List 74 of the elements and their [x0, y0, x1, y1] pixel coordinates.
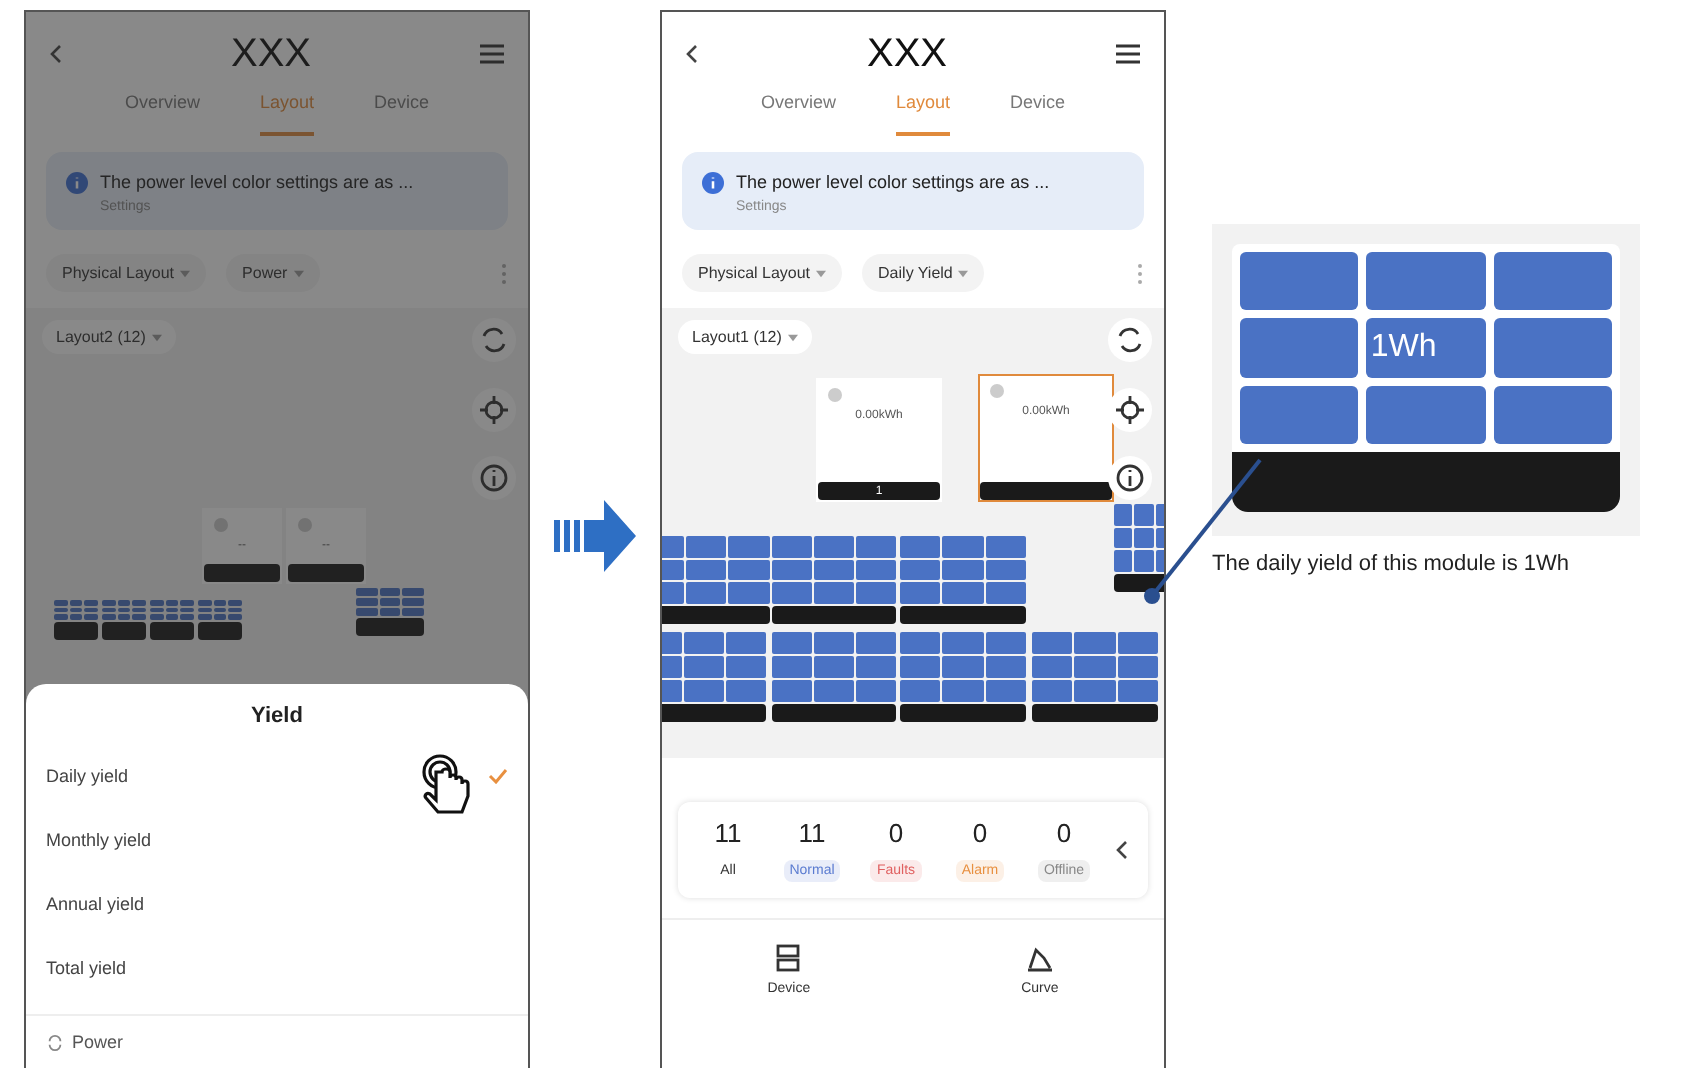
caret-icon: [816, 269, 827, 277]
filter-dropdown[interactable]: Power: [226, 254, 320, 292]
panel-cell: [1493, 318, 1612, 378]
banner-text: The power level color settings are as ...: [100, 172, 414, 192]
panel-cell: [1493, 385, 1612, 444]
tab[interactable]: Overview: [124, 84, 200, 136]
module-label-bar: [204, 564, 280, 582]
status-count: 0: [888, 818, 904, 848]
arrow-icon: [554, 500, 636, 572]
collapse-icon[interactable]: [1116, 840, 1128, 860]
caret-icon: [293, 269, 304, 277]
filter-dropdown[interactable]: Physical Layout: [682, 254, 843, 292]
solar-panel[interactable]: [1032, 632, 1158, 722]
caret-icon: [958, 269, 969, 277]
yield-option[interactable]: Total yield: [26, 936, 528, 1000]
solar-panel[interactable]: [1114, 504, 1164, 592]
status-count: 11: [714, 818, 742, 848]
caret-icon: [151, 333, 162, 341]
tab[interactable]: Device: [374, 84, 430, 136]
info-icon: [702, 172, 724, 194]
info-button[interactable]: [1108, 456, 1152, 500]
filter-dropdown[interactable]: Daily Yield: [862, 254, 985, 292]
crosshair-icon: [1114, 394, 1146, 426]
solar-panel[interactable]: [900, 536, 1026, 624]
refresh-icon: [478, 324, 510, 356]
power-option[interactable]: Power: [26, 1014, 528, 1068]
info-icon: [66, 172, 88, 194]
status-dot: [828, 388, 842, 402]
tab[interactable]: Layout: [895, 84, 951, 136]
panel-cell: [1366, 385, 1486, 444]
status-count: 0: [972, 818, 988, 848]
refresh-button[interactable]: [1108, 318, 1152, 362]
yield-option[interactable]: Daily yield: [26, 744, 528, 808]
caret-icon: [787, 333, 798, 341]
menu-icon[interactable]: [1116, 44, 1140, 64]
check-icon: [488, 768, 508, 784]
tab[interactable]: Device: [1010, 84, 1066, 136]
layout-dropdown[interactable]: Layout2 (12): [42, 320, 176, 354]
module-label-bar: [980, 482, 1112, 500]
refresh-icon: [1114, 324, 1146, 356]
info-icon: [478, 462, 510, 494]
curve-icon: [1023, 942, 1056, 974]
panel-cell: [1493, 252, 1612, 311]
module-yield: 1Wh: [1370, 329, 1437, 366]
screen-title: XXX: [230, 31, 312, 77]
info-icon: [1114, 462, 1146, 494]
status-count: 0: [1056, 818, 1072, 848]
caret-icon: [180, 269, 191, 277]
solar-panel[interactable]: [900, 632, 1026, 722]
back-icon[interactable]: [686, 44, 698, 64]
panel-cell: [1240, 318, 1359, 378]
banner-text: The power level color settings are as ...: [736, 172, 1050, 192]
locate-button[interactable]: [1108, 388, 1152, 432]
status-count: 11: [798, 818, 826, 848]
status-dot: [990, 384, 1004, 398]
layout-dropdown[interactable]: Layout1 (12): [678, 320, 812, 354]
module-label-bar: [288, 564, 364, 582]
screen-title: XXX: [866, 31, 948, 77]
solar-panel[interactable]: [662, 536, 770, 624]
device-list-icon: [772, 942, 805, 974]
yield-option[interactable]: Annual yield: [26, 872, 528, 936]
solar-panel[interactable]: [662, 632, 766, 722]
tab[interactable]: Overview: [760, 84, 836, 136]
sheet-title: Yield: [249, 702, 305, 732]
swap-icon: [46, 1033, 64, 1051]
filter-dropdown[interactable]: Physical Layout: [46, 254, 207, 292]
yield-option[interactable]: Monthly yield: [26, 808, 528, 872]
panel-cell: [1366, 252, 1486, 311]
panel-cell: [1240, 385, 1359, 444]
solar-panel[interactable]: [772, 536, 896, 624]
solar-panel[interactable]: [772, 632, 896, 722]
panel-cell: [1240, 252, 1359, 311]
crosshair-icon: [478, 394, 510, 426]
callout-caption: The daily yield of this module is 1Wh: [1212, 552, 1570, 576]
